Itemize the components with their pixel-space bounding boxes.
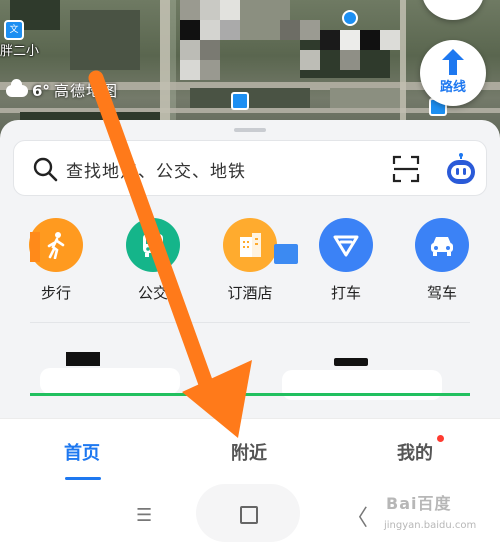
- divider: [30, 322, 470, 323]
- quick-action-label: 步行: [40, 284, 71, 302]
- redacted-block: [66, 352, 100, 366]
- car-icon: [415, 218, 469, 272]
- hotel-icon: [223, 218, 277, 272]
- poi-building-pin[interactable]: [231, 92, 249, 110]
- map-building: [190, 88, 310, 108]
- info-card[interactable]: [272, 352, 468, 400]
- baidu-jingyan-watermark: Bai百度 jingyan.baidu.com: [380, 486, 498, 540]
- recommendation-cards: [0, 322, 500, 420]
- folder-icon: [274, 244, 298, 264]
- weather-widget[interactable]: 6° 高德地图: [6, 78, 118, 101]
- info-card[interactable]: [30, 352, 200, 398]
- assistant-bot-icon[interactable]: [444, 153, 478, 187]
- quick-action-walk[interactable]: 步行: [16, 218, 96, 303]
- search-bar[interactable]: 查找地点、公交、地铁: [13, 140, 487, 196]
- bus-icon: [126, 218, 180, 272]
- quick-action-drive[interactable]: 驾车: [402, 218, 482, 303]
- search-placeholder[interactable]: 查找地点、公交、地铁: [66, 157, 246, 182]
- card-progress-bar: [30, 393, 470, 396]
- map-label-school[interactable]: 胖二小: [0, 40, 39, 59]
- back-icon[interactable]: 〈: [346, 500, 368, 532]
- map-building: [70, 10, 140, 70]
- quick-action-label: 公交: [137, 284, 168, 302]
- privacy-mosaic: [180, 0, 420, 90]
- scan-icon[interactable]: [392, 155, 420, 183]
- quick-action-taxi[interactable]: 打车: [306, 218, 386, 303]
- quick-action-label: 打车: [330, 284, 361, 302]
- redacted-block: [40, 368, 180, 394]
- taxi-icon: [319, 218, 373, 272]
- notification-dot: [437, 435, 444, 442]
- route-button[interactable]: 路线: [420, 40, 486, 106]
- card-accent: [30, 232, 40, 262]
- map-road: [160, 0, 170, 140]
- quick-action-bus[interactable]: 公交: [113, 218, 193, 303]
- quick-actions: 步行 公交 订酒店 打车 驾车: [0, 218, 500, 308]
- bottom-sheet: 查找地点、公交、地铁 步行 公交 订酒店 打车 驾车: [0, 120, 500, 420]
- amap-logo: 高德地图: [53, 82, 118, 100]
- bottom-tab-bar: 首页 附近 我的: [0, 418, 500, 485]
- route-button-label: 路线: [439, 80, 466, 95]
- search-icon: [33, 157, 58, 182]
- watermark-text: Bai百度: [386, 494, 452, 513]
- quick-action-label: 订酒店: [227, 284, 273, 302]
- poi-school-pin[interactable]: 文: [4, 20, 24, 40]
- menu-icon[interactable]: ☰: [136, 505, 152, 526]
- tab-home[interactable]: 首页: [64, 439, 100, 465]
- weather-temperature: 6°: [32, 81, 50, 100]
- tab-nearby[interactable]: 附近: [231, 439, 267, 465]
- tab-mine[interactable]: 我的: [397, 439, 433, 465]
- cloud-icon: [6, 78, 28, 97]
- quick-action-label: 驾车: [426, 284, 457, 302]
- route-arrow-icon: [442, 49, 464, 75]
- sheet-drag-handle[interactable]: [234, 128, 266, 132]
- tab-active-indicator: [65, 477, 101, 480]
- redacted-block: [334, 358, 368, 366]
- home-icon[interactable]: [240, 506, 258, 524]
- watermark-url: jingyan.baidu.com: [384, 520, 477, 531]
- poi-pin[interactable]: [342, 10, 358, 26]
- map-building: [330, 88, 400, 108]
